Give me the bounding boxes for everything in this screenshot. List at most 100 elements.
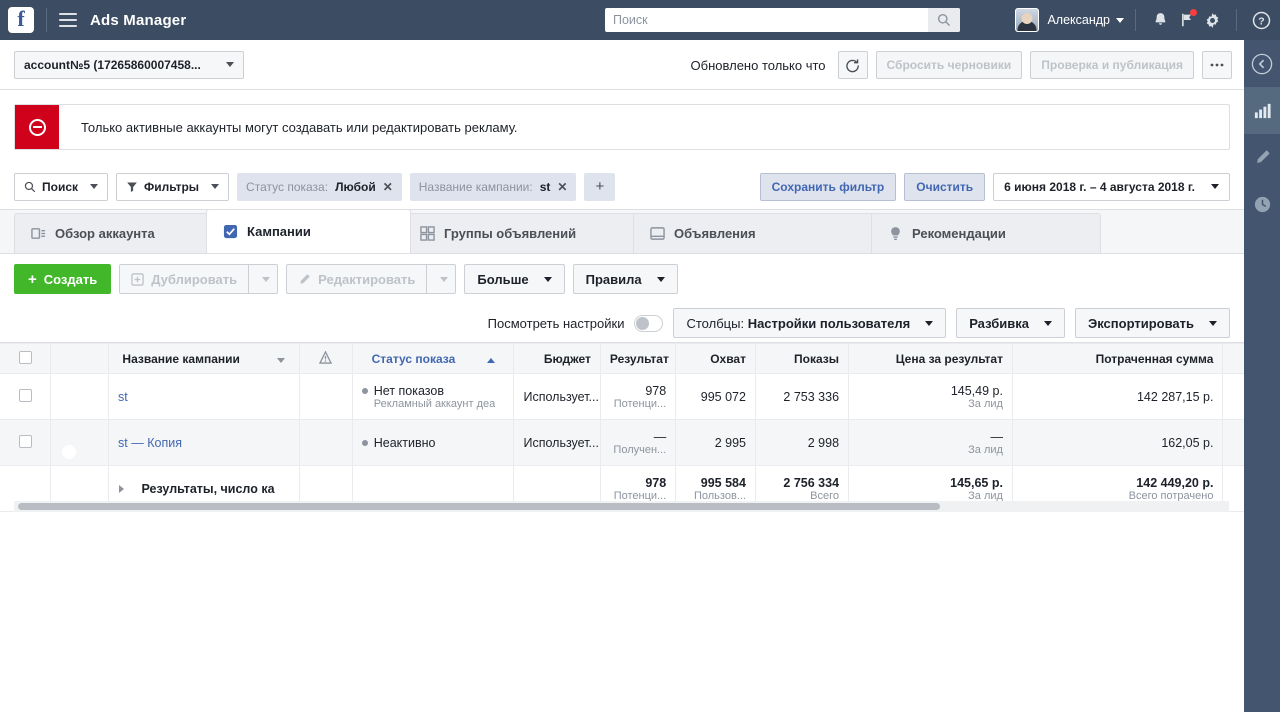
close-icon[interactable]: ✕ bbox=[383, 180, 393, 194]
close-icon[interactable]: ✕ bbox=[557, 180, 567, 194]
total-impressions-value: 2 756 334 bbox=[783, 475, 840, 490]
filters-button[interactable]: Фильтры bbox=[116, 172, 230, 201]
global-search[interactable] bbox=[605, 8, 960, 32]
table-row[interactable]: st — Копия Неактивно Использует... — Пол… bbox=[0, 419, 1244, 466]
warning-header bbox=[299, 343, 353, 374]
table-header-row: Название кампании Статус показа Бюджет Р… bbox=[0, 343, 1244, 374]
tab-recommendations[interactable]: Рекомендации bbox=[871, 213, 1101, 253]
edit-button[interactable]: Редактировать bbox=[286, 264, 427, 294]
tab-ads[interactable]: Объявления bbox=[633, 213, 879, 253]
campaign-name-link[interactable]: st bbox=[118, 390, 128, 404]
row-select-cell[interactable] bbox=[0, 419, 52, 466]
date-range-picker[interactable]: 6 июня 2018 г. – 4 августа 2018 г. bbox=[993, 172, 1230, 201]
duplicate-button[interactable]: Дублировать bbox=[119, 264, 249, 294]
ends-header[interactable]: За bbox=[1222, 343, 1244, 374]
more-options-button[interactable] bbox=[1202, 51, 1232, 79]
save-filter-button[interactable]: Сохранить фильтр bbox=[759, 172, 897, 201]
cost-value: — bbox=[990, 429, 1003, 444]
clock-icon bbox=[1254, 196, 1270, 213]
gear-icon[interactable] bbox=[1199, 7, 1225, 33]
campaign-name-cell[interactable]: st bbox=[108, 373, 300, 420]
rail-item-charts[interactable] bbox=[1244, 87, 1280, 134]
tab-campaigns[interactable]: Кампании bbox=[206, 209, 411, 253]
ellipsis-icon bbox=[1210, 63, 1224, 67]
account-selector[interactable]: account№5 (17265860007458... bbox=[14, 50, 244, 79]
filter-bar: Поиск Фильтры Статус показа: Любой ✕ Наз… bbox=[0, 164, 1244, 210]
avatar[interactable] bbox=[1015, 8, 1040, 32]
impressions-header[interactable]: Показы bbox=[755, 343, 850, 374]
close-icon[interactable]: close-icon bbox=[1189, 105, 1229, 149]
delivery-status-header[interactable]: Статус показа bbox=[352, 343, 515, 374]
review-publish-button[interactable]: Проверка и публикация bbox=[1030, 51, 1194, 79]
campaign-name-link[interactable]: st — Копия bbox=[118, 436, 182, 450]
filter-pill-campaign-name[interactable]: Название кампании: st ✕ bbox=[409, 172, 577, 201]
edit-split-button[interactable]: Редактировать bbox=[286, 264, 457, 294]
add-filter-button[interactable]: + bbox=[584, 172, 616, 201]
caret-right-icon[interactable] bbox=[119, 484, 125, 493]
tab-account-overview[interactable]: Обзор аккаунта bbox=[14, 213, 214, 253]
user-name[interactable]: Александр bbox=[1047, 13, 1110, 27]
checkbox-blue-icon bbox=[223, 224, 238, 239]
filter-pill-delivery-status[interactable]: Статус показа: Любой ✕ bbox=[237, 172, 402, 201]
hamburger-icon[interactable] bbox=[59, 13, 77, 27]
row-toggle-cell[interactable] bbox=[50, 373, 110, 420]
duplicate-dropdown-arrow[interactable] bbox=[248, 264, 279, 294]
reach-header[interactable]: Охват bbox=[675, 343, 756, 374]
search-input[interactable] bbox=[605, 8, 928, 32]
cost-per-result-header[interactable]: Цена за результат bbox=[848, 343, 1013, 374]
status-label: Неактивно bbox=[373, 435, 436, 450]
total-cost-value: 145,65 р. bbox=[950, 475, 1003, 490]
rail-collapse-button[interactable] bbox=[1244, 40, 1280, 87]
help-icon[interactable]: ? bbox=[1248, 7, 1274, 33]
bar-chart-icon bbox=[1254, 103, 1271, 119]
row-checkbox[interactable] bbox=[18, 388, 32, 402]
columns-button[interactable]: Столбцы: Настройки пользователя bbox=[673, 308, 947, 338]
total-results-value: 978 bbox=[645, 475, 667, 490]
discard-drafts-button[interactable]: Сбросить черновики bbox=[875, 51, 1023, 79]
campaigns-table-wrapper: Название кампании Статус показа Бюджет Р… bbox=[0, 342, 1244, 512]
account-overview-icon bbox=[31, 228, 46, 239]
refresh-button[interactable] bbox=[837, 51, 868, 79]
tab-label: Обзор аккаунта bbox=[55, 226, 155, 241]
bell-icon[interactable] bbox=[1147, 7, 1173, 33]
select-all-checkbox[interactable] bbox=[18, 350, 32, 364]
breakdown-label: Разбивка bbox=[969, 315, 1029, 331]
facebook-logo-icon[interactable]: f bbox=[8, 7, 34, 33]
results-header[interactable]: Результат bbox=[600, 343, 677, 374]
edit-dropdown-arrow[interactable] bbox=[426, 264, 457, 294]
row-select-cell[interactable] bbox=[0, 373, 52, 420]
caret-up-icon bbox=[486, 357, 495, 363]
more-button[interactable]: Больше bbox=[464, 264, 565, 294]
breakdown-button[interactable]: Разбивка bbox=[956, 308, 1065, 338]
create-button[interactable]: + Создать bbox=[14, 264, 112, 294]
search-icon[interactable] bbox=[928, 8, 960, 32]
results-cell: — Получен... bbox=[600, 419, 677, 466]
export-button[interactable]: Экспортировать bbox=[1074, 308, 1230, 338]
flag-icon[interactable] bbox=[1173, 7, 1199, 33]
header-label: Название кампании bbox=[122, 351, 240, 366]
row-checkbox[interactable] bbox=[18, 434, 32, 448]
table-row[interactable]: st Нет показов Рекламный аккаунт деа Исп… bbox=[0, 373, 1244, 420]
select-all-header[interactable] bbox=[0, 343, 52, 374]
search-filter-button[interactable]: Поиск bbox=[14, 172, 109, 201]
rules-button[interactable]: Правила bbox=[572, 264, 678, 294]
chevron-down-icon[interactable] bbox=[1116, 17, 1124, 23]
ends-cell: Не bbox=[1222, 419, 1244, 466]
horizontal-scrollbar-thumb[interactable] bbox=[18, 503, 940, 510]
duplicate-split-button[interactable]: Дублировать bbox=[119, 264, 279, 294]
row-toggle-cell[interactable] bbox=[50, 419, 110, 466]
lightbulb-icon bbox=[891, 226, 900, 240]
edit-label: Редактировать bbox=[318, 271, 416, 287]
reach-cell: 995 072 bbox=[675, 373, 756, 420]
rail-item-history[interactable] bbox=[1244, 181, 1280, 228]
budget-header[interactable]: Бюджет bbox=[513, 343, 601, 374]
total-results-sublabel: Потенци... bbox=[613, 489, 667, 502]
tab-ad-sets[interactable]: Группы объявлений bbox=[403, 213, 641, 253]
campaign-name-header[interactable]: Название кампании bbox=[108, 343, 300, 374]
campaign-name-cell[interactable]: st — Копия bbox=[108, 419, 300, 466]
tab-label: Объявления bbox=[674, 226, 756, 241]
rail-item-edit[interactable] bbox=[1244, 134, 1280, 181]
amount-spent-header[interactable]: Потраченная сумма bbox=[1012, 343, 1224, 374]
view-setup-toggle[interactable] bbox=[634, 314, 664, 332]
clear-filters-button[interactable]: Очистить bbox=[904, 172, 986, 201]
